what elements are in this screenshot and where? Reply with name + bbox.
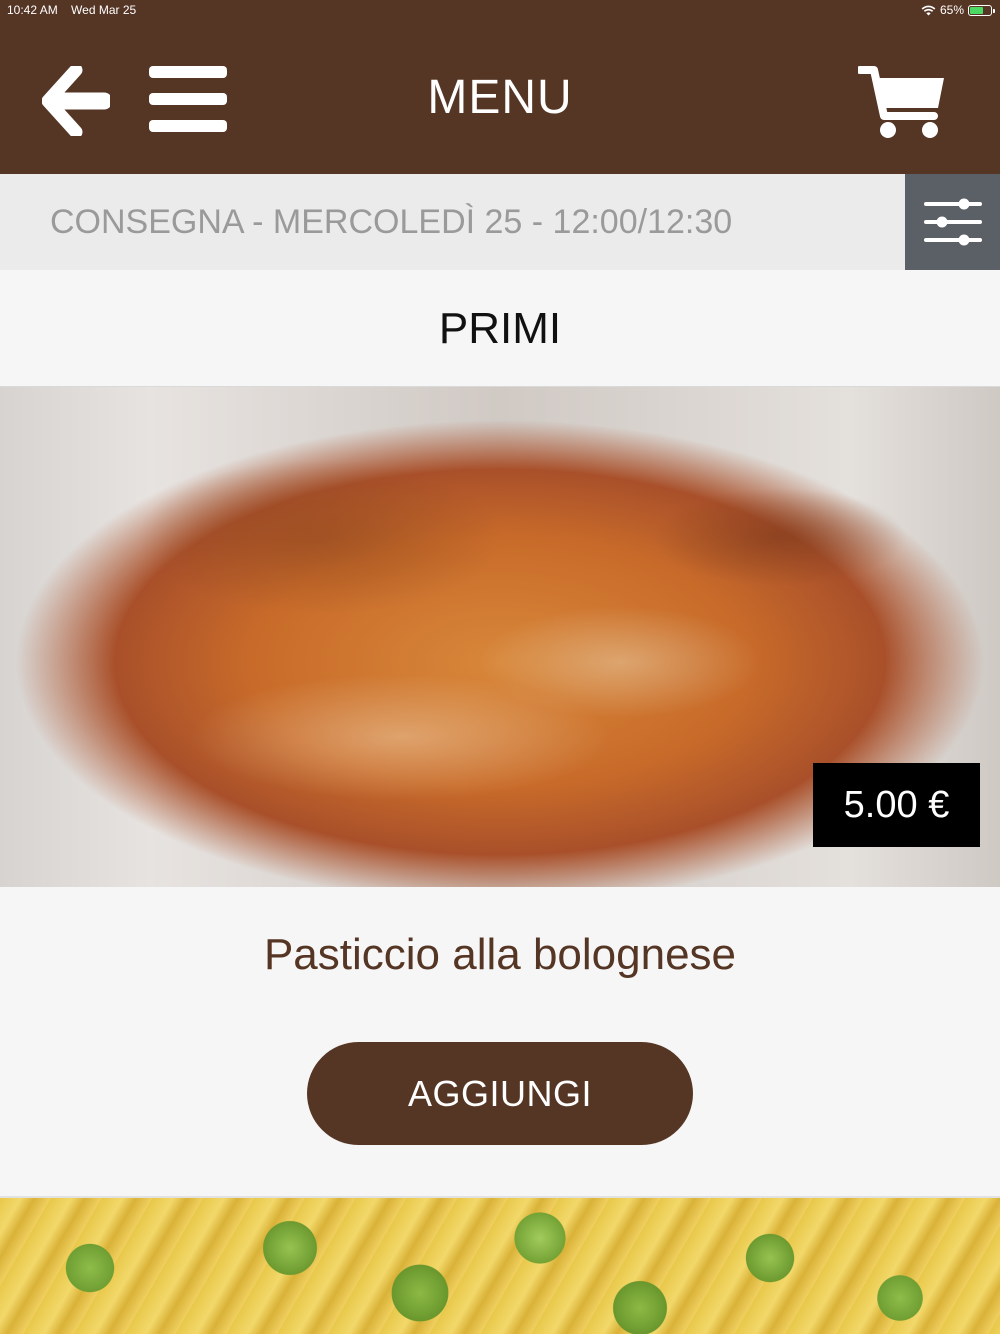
category-title: PRIMI: [0, 270, 1000, 387]
sliders-icon: [923, 198, 982, 246]
add-to-cart-button[interactable]: AGGIUNGI: [307, 1042, 693, 1145]
battery-percent: 65%: [939, 3, 964, 17]
status-date: Wed Mar 25: [71, 3, 137, 17]
page-title: MENU: [427, 71, 573, 124]
cart-icon[interactable]: [858, 64, 946, 140]
battery-level: [970, 6, 983, 14]
status-right: 65%: [921, 3, 995, 17]
price-badge: 5.00 €: [813, 763, 980, 847]
status-left: 10:42 AM Wed Mar 25: [7, 3, 136, 17]
product-name: Pasticcio alla bolognese: [263, 930, 737, 979]
status-time: 10:42 AM: [7, 3, 58, 17]
status-bar: 10:42 AM Wed Mar 25 65%: [0, 0, 1000, 22]
filter-button[interactable]: [905, 174, 1000, 270]
app-header: 10:42 AM Wed Mar 25 65% MENU: [0, 0, 1000, 174]
battery-icon: [968, 4, 995, 16]
product-image[interactable]: [0, 1198, 1000, 1334]
delivery-slot-selector[interactable]: CONSEGNA - MERCOLEDÌ 25 - 12:00/12:30: [0, 174, 905, 270]
wifi-icon: [921, 5, 936, 15]
